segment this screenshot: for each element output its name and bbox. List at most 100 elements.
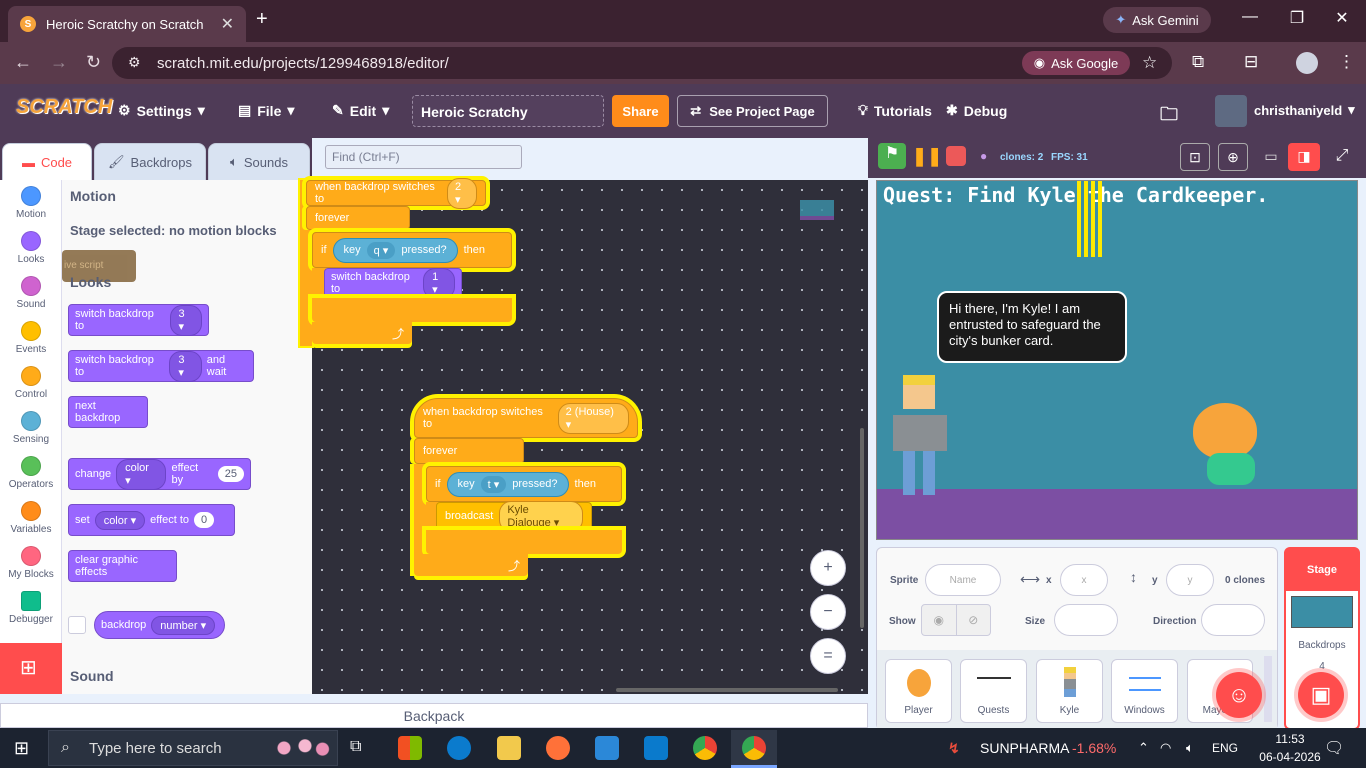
category-operators[interactable]: Operators: [0, 456, 62, 490]
account-menu[interactable]: christhaniyeld ▾: [1254, 102, 1355, 118]
eye-icon[interactable]: ◉: [922, 605, 956, 635]
block-dropdown[interactable]: 2 ▾: [446, 177, 477, 209]
script1-if-block[interactable]: if key q ▾ pressed? then: [312, 232, 512, 268]
windows-start-icon[interactable]: ⊞: [14, 738, 29, 759]
minimize-icon[interactable]: —: [1230, 8, 1270, 26]
block-dropdown[interactable]: q ▾: [366, 241, 396, 259]
microsoft-store-icon[interactable]: [398, 736, 422, 760]
zoom-in-button[interactable]: +: [810, 550, 846, 586]
block-dropdown[interactable]: t ▾: [480, 475, 507, 493]
see-project-page-button[interactable]: ⇄ See Project Page: [677, 95, 828, 127]
sprite-tile-quests[interactable]: Quests: [960, 659, 1027, 723]
script1-forever-block[interactable]: forever: [306, 206, 410, 230]
tab-sounds[interactable]: 🔈︎ Sounds: [208, 143, 310, 181]
palette-block-switch-backdrop[interactable]: switch backdrop to 3 ▾: [68, 304, 209, 336]
vscode-icon[interactable]: [644, 736, 668, 760]
tab-backdrops[interactable]: 🖌︎ Backdrops: [94, 143, 206, 181]
sprite-tile-kyle[interactable]: Kyle: [1036, 659, 1103, 723]
script2-broadcast-block[interactable]: broadcast Kyle Dialouge ▾: [436, 500, 592, 532]
zoom-out-button[interactable]: −: [810, 594, 846, 630]
reload-icon[interactable]: ↻: [86, 52, 101, 73]
category-events[interactable]: Events: [0, 321, 62, 355]
forward-icon[interactable]: →: [50, 52, 68, 73]
profile-avatar[interactable]: [1296, 52, 1318, 74]
scratch-logo[interactable]: SCRATCH: [16, 96, 112, 124]
task-view-icon[interactable]: ⧉: [350, 738, 361, 756]
category-looks[interactable]: Looks: [0, 231, 62, 265]
more-menu-icon[interactable]: ⋮: [1338, 52, 1355, 72]
stage-canvas[interactable]: Quest: Find Kyle the Cardkeeper. Hi ther…: [876, 180, 1358, 540]
x-input[interactable]: x: [1060, 564, 1108, 596]
script1-hat-block[interactable]: when backdrop switches to 2 ▾: [306, 177, 486, 209]
block-dropdown[interactable]: 2 (House) ▾: [557, 402, 629, 434]
gamepad-icon[interactable]: ⊕: [1218, 143, 1248, 171]
add-sprite-button[interactable]: ☺: [1216, 672, 1262, 718]
key-pressed-block[interactable]: key t ▾ pressed?: [446, 471, 569, 497]
category-control[interactable]: Control: [0, 366, 62, 400]
block-dropdown[interactable]: number ▾: [151, 615, 216, 635]
user-avatar[interactable]: [1215, 95, 1247, 127]
category-debugger[interactable]: Debugger: [0, 591, 62, 625]
file-explorer-icon[interactable]: [497, 736, 521, 760]
zoom-reset-button[interactable]: =: [810, 638, 846, 674]
stop-icon[interactable]: [946, 146, 966, 166]
block-dropdown[interactable]: 1 ▾: [423, 267, 455, 299]
script2-hat-block[interactable]: when backdrop switches to 2 (House) ▾: [414, 398, 638, 438]
mail-icon[interactable]: [595, 736, 619, 760]
browser-tab[interactable]: S Heroic Scratchy on Scratch ✕: [8, 6, 246, 42]
palette-block-switch-backdrop-wait[interactable]: switch backdrop to 3 ▾ and wait: [68, 350, 254, 382]
palette-block-clear-effects[interactable]: clear graphic effects: [68, 550, 177, 582]
script2-forever-block[interactable]: forever: [414, 438, 524, 464]
pause-icon[interactable]: ❚❚: [912, 146, 942, 167]
palette-block-set-effect[interactable]: set color ▾ effect to 0: [68, 504, 235, 536]
block-number-input[interactable]: 25: [217, 466, 244, 482]
my-stuff-folder-icon[interactable]: 🗀: [1160, 102, 1178, 132]
direction-input[interactable]: [1201, 604, 1265, 636]
ask-gemini-button[interactable]: ✦ Ask Gemini: [1103, 7, 1211, 33]
edit-menu[interactable]: ✎ Edit ▾: [332, 102, 389, 119]
debug-button[interactable]: ✱ Debug: [946, 102, 1007, 119]
large-stage-icon[interactable]: ◨: [1288, 143, 1320, 171]
tab-code[interactable]: ▬ Code: [2, 143, 92, 181]
network-icon[interactable]: ◠: [1160, 740, 1171, 756]
settings-menu[interactable]: ⚙ Settings ▾: [118, 102, 205, 119]
add-backdrop-button[interactable]: ▣: [1298, 672, 1344, 718]
category-sensing[interactable]: Sensing: [0, 411, 62, 445]
file-menu[interactable]: ▤ File ▾: [238, 102, 294, 119]
backpack[interactable]: Backpack: [0, 703, 868, 728]
back-icon[interactable]: ←: [14, 52, 32, 73]
eye-hidden-icon[interactable]: ⊘: [955, 605, 991, 635]
url-bar[interactable]: ⚙ scratch.mit.edu/projects/1299468918/ed…: [112, 47, 1172, 79]
horizontal-scrollbar[interactable]: [616, 688, 838, 692]
size-input[interactable]: [1054, 604, 1118, 636]
category-variables[interactable]: Variables: [0, 501, 62, 535]
stock-name[interactable]: SUNPHARMA: [980, 740, 1069, 756]
restore-icon[interactable]: ❐: [1277, 8, 1317, 28]
edge-icon[interactable]: [447, 736, 471, 760]
chrome-icon[interactable]: [693, 736, 717, 760]
sprite-name-input[interactable]: Name: [925, 564, 1001, 596]
y-input[interactable]: y: [1166, 564, 1214, 596]
ask-google-button[interactable]: ◉ Ask Google: [1022, 51, 1130, 75]
palette-block-backdrop-reporter[interactable]: backdrop number ▾: [94, 611, 225, 639]
palette-block-change-effect[interactable]: change color ▾ effect by 25: [68, 458, 251, 490]
script1-switch-backdrop-block[interactable]: switch backdrop to 1 ▾: [324, 267, 462, 299]
tutorials-button[interactable]: 💡︎ Tutorials: [858, 102, 932, 119]
notifications-icon[interactable]: 🗨︎: [1324, 738, 1344, 758]
fullscreen-icon[interactable]: ⤢: [1328, 143, 1356, 171]
firefox-icon[interactable]: [546, 736, 570, 760]
key-pressed-block[interactable]: key q ▾ pressed?: [332, 237, 458, 263]
close-window-icon[interactable]: ✕: [1322, 8, 1362, 28]
project-title-input[interactable]: Heroic Scratchy: [412, 95, 604, 127]
block-dropdown[interactable]: 3 ▾: [169, 350, 202, 382]
category-sound[interactable]: Sound: [0, 276, 62, 310]
visibility-toggle[interactable]: ◉ ⊘: [921, 604, 991, 636]
block-dropdown[interactable]: Kyle Dialouge ▾: [499, 500, 583, 532]
block-dropdown[interactable]: 3 ▾: [169, 304, 202, 336]
share-button[interactable]: Share: [612, 95, 669, 127]
script2-if-block[interactable]: if key t ▾ pressed? then: [426, 466, 622, 502]
taskbar-search[interactable]: ⌕ Type here to search: [48, 730, 338, 766]
bookmark-star-icon[interactable]: ☆: [1142, 53, 1157, 73]
block-dropdown[interactable]: color ▾: [116, 458, 167, 490]
find-input[interactable]: Find (Ctrl+F): [325, 145, 522, 169]
